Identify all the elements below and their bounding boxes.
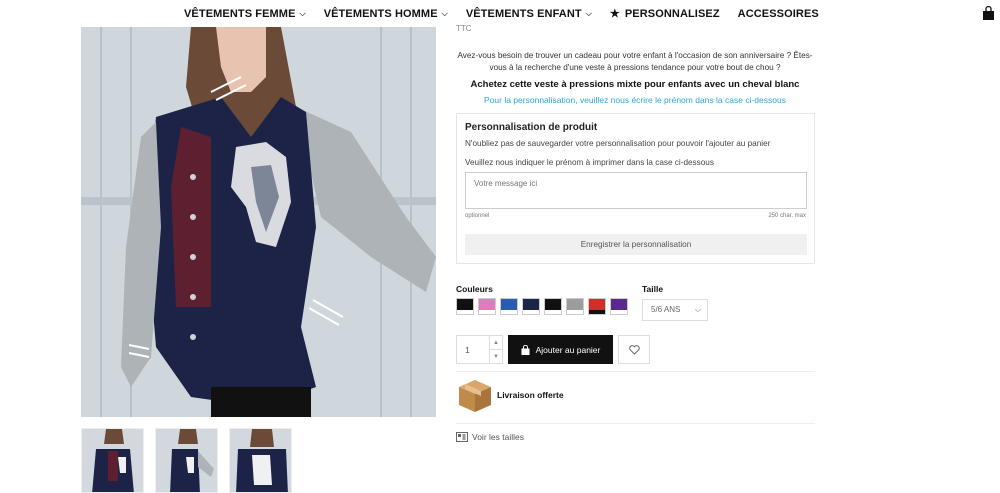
personalization-hint: Pour la personnalisation, veuillez nous … bbox=[484, 95, 786, 105]
top-navigation: VÊTEMENTS FEMME ⌵ VÊTEMENTS HOMME ⌵ VÊTEMENT… bbox=[0, 0, 1000, 27]
save-personalization-button[interactable]: Enregistrer la personnalisation bbox=[465, 234, 807, 255]
product-thumbnail[interactable] bbox=[81, 428, 144, 493]
product-thumbnail[interactable] bbox=[155, 428, 218, 493]
decrement-icon[interactable]: ▼ bbox=[489, 350, 502, 364]
nav-menu: VÊTEMENTS FEMME ⌵ VÊTEMENTS HOMME ⌵ VÊTEMENT… bbox=[184, 7, 837, 21]
color-swatch[interactable] bbox=[566, 298, 584, 315]
personalization-note: N'oubliez pas de sauvegarder votre perso… bbox=[465, 139, 771, 148]
divider bbox=[456, 371, 815, 372]
color-swatch[interactable] bbox=[500, 298, 518, 315]
quantity-stepper[interactable]: 1 ▲ ▼ bbox=[456, 335, 503, 364]
shopping-bag-icon bbox=[521, 344, 530, 355]
price-tax-label: TTC bbox=[456, 24, 472, 33]
product-main-image[interactable] bbox=[81, 27, 436, 417]
nav-item-accessoires[interactable]: ACCESSOIRES bbox=[738, 7, 819, 20]
add-to-cart-label: Ajouter au panier bbox=[535, 344, 601, 355]
delivery-box-icon bbox=[459, 380, 491, 412]
free-shipping-label: Livraison offerte bbox=[497, 390, 564, 400]
thumbnail-gallery bbox=[81, 428, 292, 493]
product-thumbnail[interactable] bbox=[229, 428, 292, 493]
nav-item-label: VÊTEMENTS HOMME bbox=[323, 7, 438, 20]
size-selected-value: 5/6 ANS bbox=[651, 305, 681, 314]
personalization-panel: Personnalisation de produit N'oubliez pa… bbox=[456, 113, 815, 264]
size-label: Taille bbox=[642, 284, 664, 294]
color-swatch[interactable] bbox=[588, 298, 606, 315]
nav-item-v-tements-femme[interactable]: VÊTEMENTS FEMME ⌵ bbox=[184, 7, 306, 20]
optional-label: optionnel bbox=[465, 213, 490, 219]
quantity-value[interactable]: 1 bbox=[465, 345, 470, 355]
star-icon: ★ bbox=[609, 8, 620, 20]
increment-icon[interactable]: ▲ bbox=[489, 336, 502, 350]
color-swatch[interactable] bbox=[610, 298, 628, 315]
size-guide-link[interactable]: Voir les tailles bbox=[456, 432, 524, 442]
size-guide-icon bbox=[456, 432, 468, 442]
chevron-down-icon: ⌵ bbox=[299, 8, 306, 18]
chevron-down-icon: ⌵ bbox=[441, 8, 448, 18]
size-guide-label: Voir les tailles bbox=[472, 432, 524, 442]
nav-item-label: VÊTEMENTS ENFANT bbox=[465, 7, 582, 20]
product-intro-text: Avez-vous besoin de trouver un cadeau po… bbox=[457, 51, 813, 72]
color-swatch[interactable] bbox=[456, 298, 474, 315]
size-select[interactable]: 5/6 ANS ⌵ bbox=[642, 299, 708, 321]
product-headline: Achetez cette veste à pressions mixte po… bbox=[470, 79, 800, 90]
nav-item-v-tements-enfant[interactable]: VÊTEMENTS ENFANT ⌵ bbox=[466, 7, 592, 20]
divider bbox=[456, 423, 815, 424]
color-swatch[interactable] bbox=[544, 298, 562, 315]
nav-item-label: VÊTEMENTS FEMME bbox=[184, 7, 296, 20]
colors-label: Couleurs bbox=[456, 284, 493, 294]
chevron-down-icon: ⌵ bbox=[694, 305, 701, 314]
color-swatch[interactable] bbox=[522, 298, 540, 315]
color-swatch[interactable] bbox=[478, 298, 496, 315]
wishlist-button[interactable] bbox=[618, 335, 650, 364]
chevron-down-icon: ⌵ bbox=[585, 8, 592, 18]
nav-item-label: PERSONNALISEZ bbox=[624, 7, 720, 20]
shopping-bag-icon[interactable] bbox=[982, 6, 995, 20]
nav-item-v-tements-homme[interactable]: VÊTEMENTS HOMME ⌵ bbox=[324, 7, 448, 20]
personalization-message-input[interactable] bbox=[465, 172, 807, 209]
nav-item-label: ACCESSOIRES bbox=[737, 7, 819, 20]
add-to-cart-button[interactable]: Ajouter au panier bbox=[508, 335, 613, 364]
personalization-title: Personnalisation de produit bbox=[465, 122, 598, 133]
personalization-question: Veuillez nous indiquer le prénom à impri… bbox=[465, 158, 714, 167]
heart-icon bbox=[628, 344, 640, 355]
color-swatches bbox=[456, 298, 628, 315]
char-limit-label: 250 char. max bbox=[768, 213, 806, 219]
nav-item-personnalisez[interactable]: ★ PERSONNALISEZ bbox=[609, 7, 720, 21]
